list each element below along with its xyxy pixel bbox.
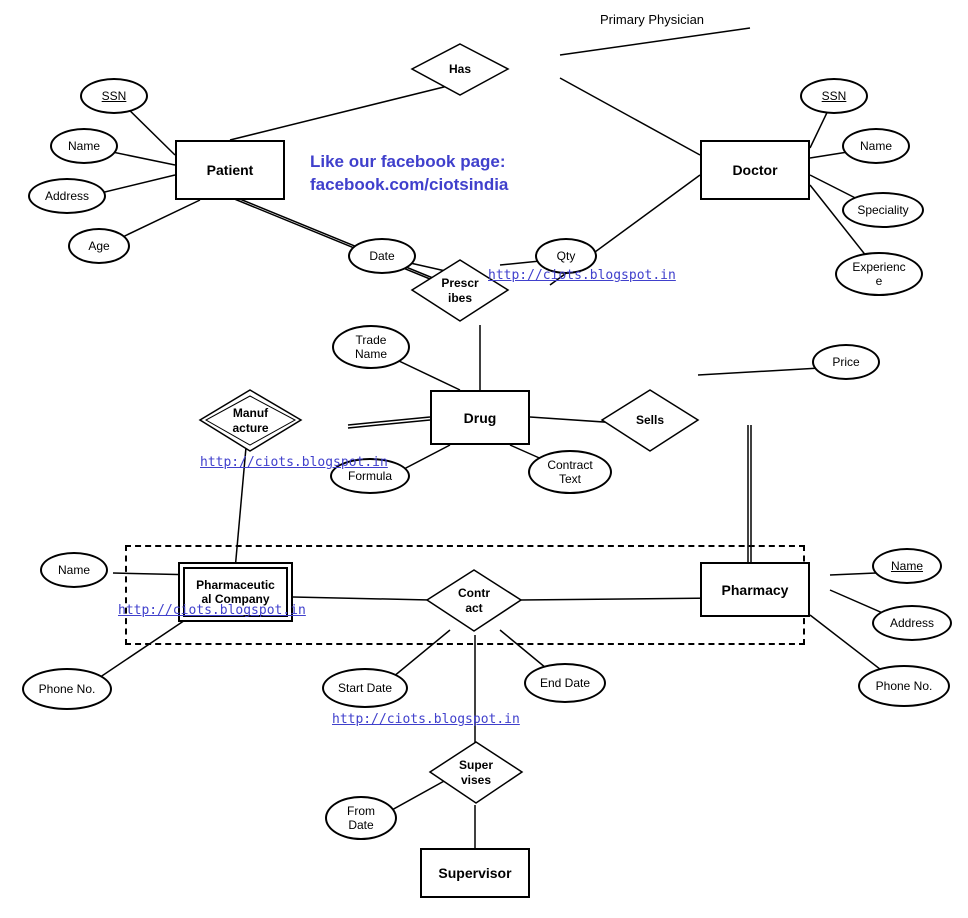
entity-supervisor: Supervisor [420,848,530,898]
attr-doctor-ssn: SSN [800,78,868,114]
primary-physician-label: Primary Physician [600,12,704,27]
watermark-blog-1: http://ciots.blogspot.in [488,268,676,283]
attr-supervises-fromdate: FromDate [325,796,397,840]
attr-patient-age: Age [68,228,130,264]
attr-patient-name: Name [50,128,118,164]
attr-contract-startdate: Start Date [322,668,408,708]
attr-contract-enddate: End Date [524,663,606,703]
attr-doctor-speciality: Speciality [842,192,924,228]
attr-patient-ssn: SSN [80,78,148,114]
watermark-blog-2: http://ciots.blogspot.in [200,455,388,470]
attr-sells-price: Price [812,344,880,380]
attr-patient-address: Address [28,178,106,214]
watermark-facebook-1: Like our facebook page: [310,152,506,172]
attr-doctor-name: Name [842,128,910,164]
relationship-sells: Sells [600,388,700,453]
entity-drug: Drug [430,390,530,445]
entity-pharmacy: Pharmacy [700,562,810,617]
er-diagram: Primary Physician Patient Doctor Drug Ph… [0,0,968,918]
attr-pharma-phone: Phone No. [22,668,112,710]
relationship-supervises: Supervises [428,740,524,805]
attr-pharmacy-phone: Phone No. [858,665,950,707]
attr-pharma-name: Name [40,552,108,588]
attr-pharmacy-address: Address [872,605,952,641]
entity-patient: Patient [175,140,285,200]
relationship-has: Has [410,42,510,97]
attr-pharmacy-name: Name [872,548,942,584]
watermark-facebook-2: facebook.com/ciotsindia [310,175,508,195]
attr-drug-contracttext: ContractText [528,450,612,494]
attr-drug-tradename: TradeName [332,325,410,369]
attr-doctor-experience: Experience [835,252,923,296]
relationship-manufacture: Manufacture [198,388,303,453]
entity-doctor: Doctor [700,140,810,200]
watermark-blog-3: http://ciots.blogspot.in [118,603,306,618]
relationship-contract: Contract [425,568,523,633]
attr-prescribes-date: Date [348,238,416,274]
watermark-blog-4: http://ciots.blogspot.in [332,712,520,727]
